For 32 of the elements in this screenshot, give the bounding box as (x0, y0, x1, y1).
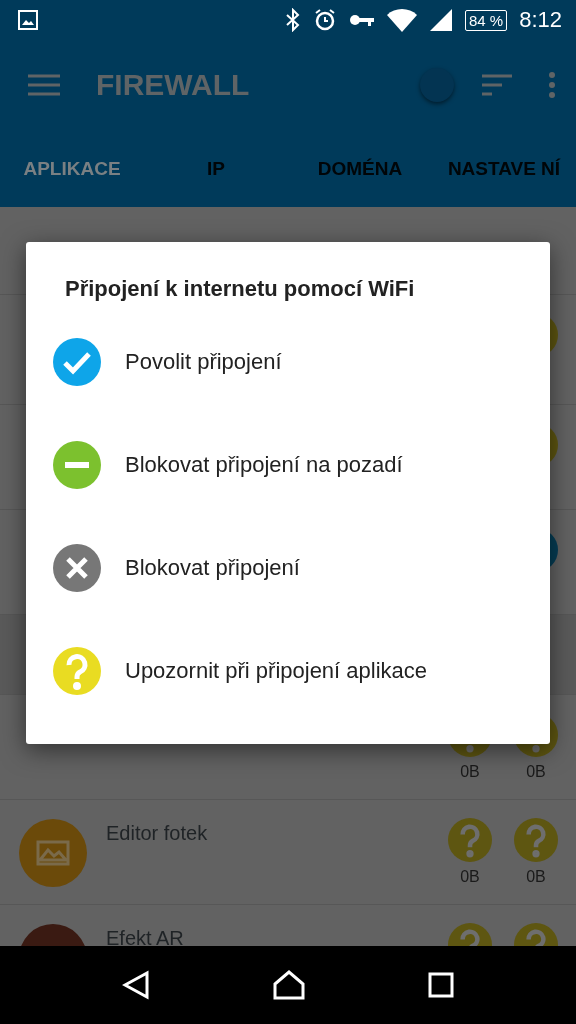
menu-icon[interactable] (28, 74, 60, 96)
signal-icon (428, 8, 453, 32)
traffic-amount: 0B (526, 763, 546, 781)
dialog-option[interactable]: Upozornit při připojení aplikace (53, 619, 524, 722)
clock: 8:12 (519, 7, 562, 33)
dialog-option[interactable]: Blokovat připojení na pozadí (53, 413, 524, 516)
bluetooth-icon (284, 8, 301, 32)
dialog-option[interactable]: Blokovat připojení (53, 516, 524, 619)
dialog-option[interactable]: Povolit připojení (53, 310, 524, 413)
sort-icon[interactable] (482, 74, 512, 96)
traffic-amount: 0B (460, 868, 480, 886)
image-icon (18, 10, 38, 30)
more-icon[interactable] (548, 72, 556, 98)
back-icon[interactable] (121, 970, 150, 1000)
home-icon[interactable] (273, 970, 305, 1000)
minus-circle-icon (53, 440, 101, 489)
question-circle-icon (448, 818, 492, 862)
app-icon (18, 818, 88, 888)
check-circle-icon (53, 337, 101, 386)
dialog-title: Připojení k internetu pomocí WiFi (65, 276, 416, 302)
overview-icon[interactable] (428, 972, 455, 998)
app-name: Efekt AR (106, 926, 185, 946)
app-name: Editor fotek (106, 821, 209, 845)
question-circle-icon (53, 646, 101, 695)
traffic-amount: 0B (460, 763, 480, 781)
wifi-icon (386, 8, 417, 32)
battery-indicator: 84 % (464, 9, 508, 31)
app-title: FIREWALL (96, 68, 250, 102)
traffic-amount: 0B (526, 868, 546, 886)
question-circle-icon (514, 818, 558, 862)
x-circle-icon (53, 543, 101, 592)
key-icon (348, 12, 375, 28)
